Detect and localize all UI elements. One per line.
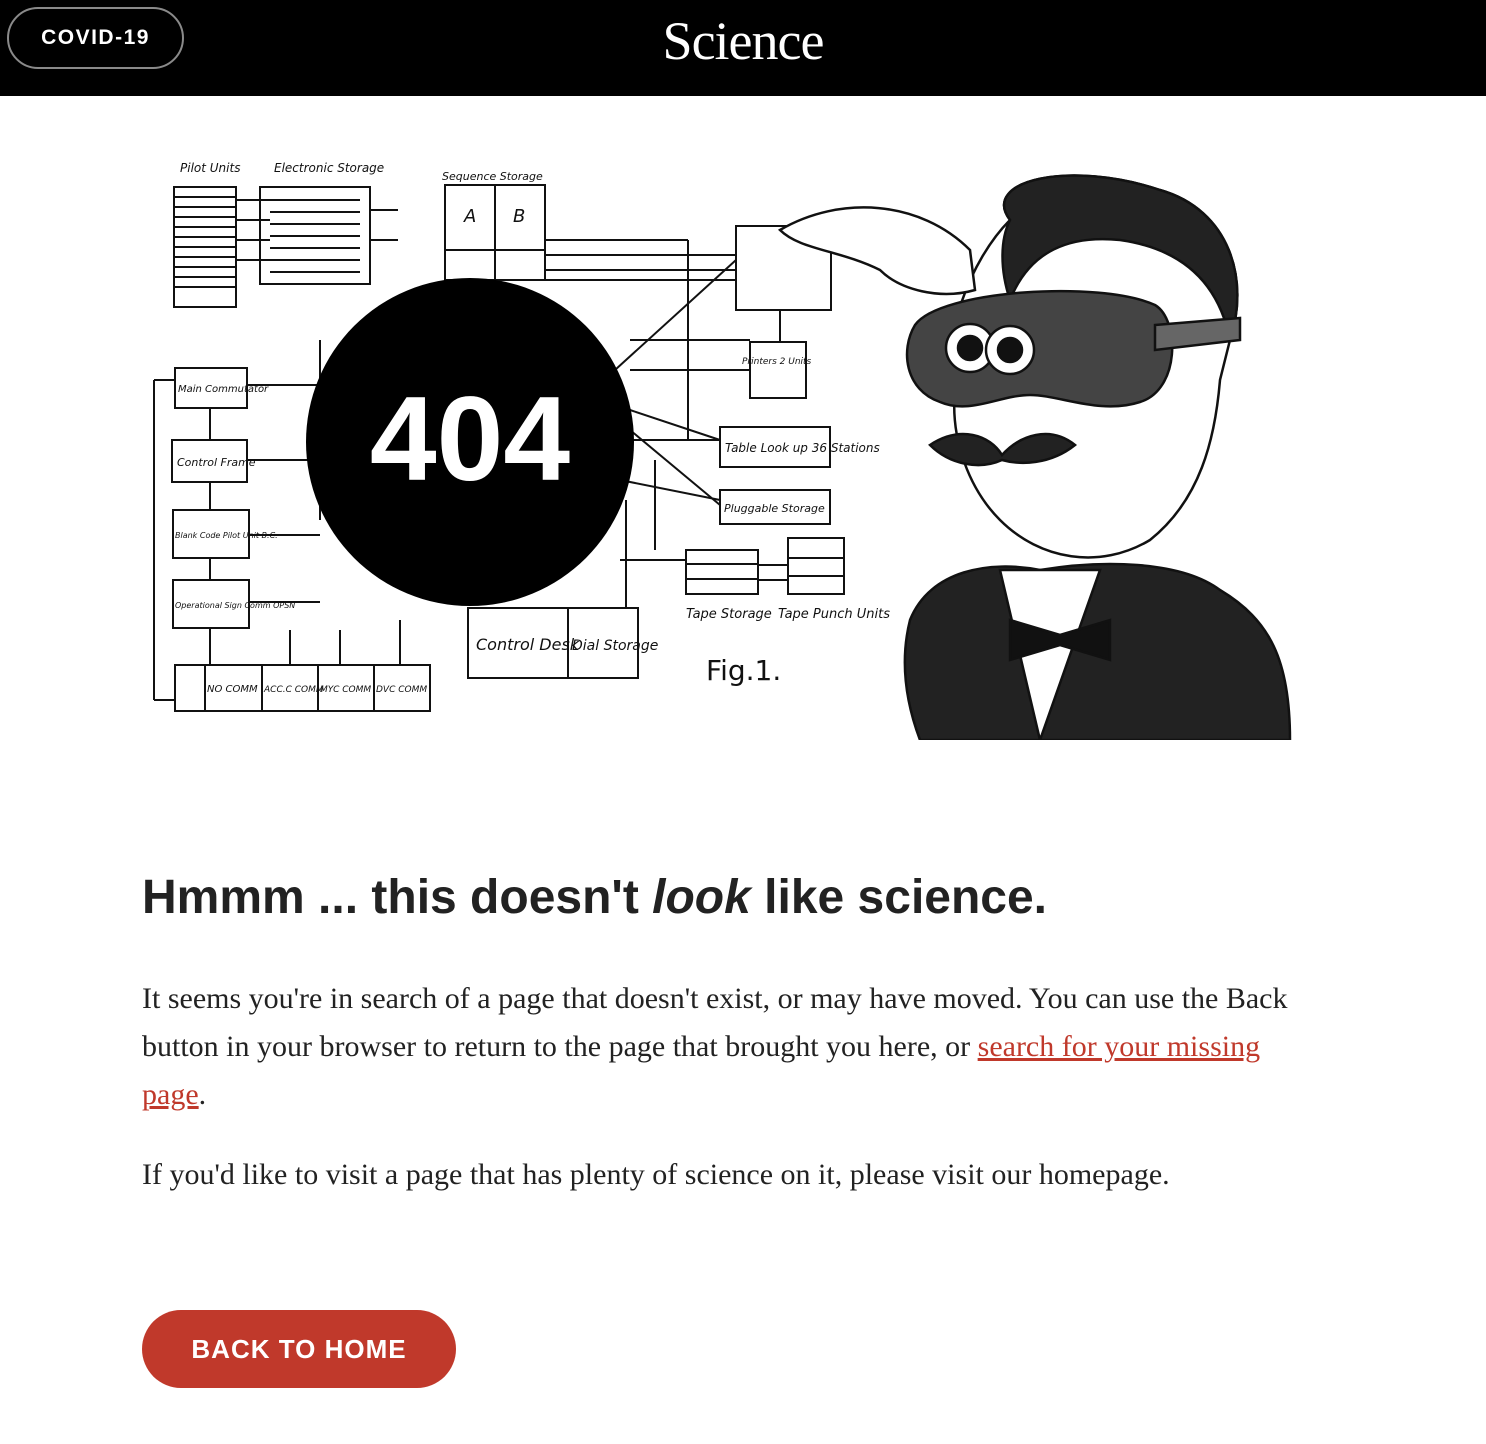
printers-label: Printers 2 Units [742, 357, 812, 367]
electronic-storage-label: Electronic Storage [274, 161, 384, 175]
sequence-storage-a: A [463, 206, 476, 227]
back-to-home-button[interactable]: BACK TO HOME [142, 1310, 456, 1388]
top-navigation-bar: COVID-19 Science [0, 0, 1486, 96]
tape-storage-label: Tape Storage [686, 607, 772, 622]
homepage-paragraph: If you'd like to visit a page that has p… [142, 1158, 1170, 1191]
sequence-storage-b: B [513, 206, 525, 227]
figure-label: Fig.1. [706, 654, 781, 687]
goggles-man-engraving [777, 174, 1292, 740]
operational-sign-label: Operational Sign Comm OPSN [175, 601, 295, 610]
tape-punch-units-label: Tape Punch Units [778, 607, 890, 622]
main-commutator-label: Main Commutator [178, 384, 269, 395]
blank-code-label: Blank Code Pilot Unit B.C. [175, 531, 278, 540]
acc-comm-label: ACC.C COMM [263, 685, 324, 695]
headline-text-end: like science. [750, 871, 1048, 924]
control-frame-label: Control Frame [177, 456, 256, 469]
dial-storage-label: Dial Storage [572, 638, 658, 654]
control-desk-label: Control Desk [476, 635, 580, 654]
404-badge: 404 [306, 278, 634, 606]
404-badge-text: 404 [370, 372, 570, 506]
headline-emphasis: look [652, 871, 751, 924]
sequence-storage-label: Sequence Storage [442, 170, 543, 183]
pluggable-storage-label: Pluggable Storage [724, 502, 825, 515]
intro-paragraph: It seems you're in search of a page that… [142, 975, 1322, 1119]
404-illustration: Pilot Units Electronic Storage Sequence … [153, 161, 1292, 740]
science-logo[interactable]: Science [0, 10, 1486, 72]
no-comm-label: NO COMM [207, 684, 258, 695]
pilot-units-label: Pilot Units [180, 161, 240, 175]
page-headline: Hmmm ... this doesn't look like science. [142, 870, 1047, 925]
intro-end: . [198, 1078, 207, 1111]
myc-comm-label: MYC COMM [320, 685, 371, 695]
headline-text-start: Hmmm ... this doesn't [142, 871, 653, 924]
table-look-up-label: Table Look up 36 Stations [725, 441, 880, 455]
dvc-comm-label: DVC COMM [376, 685, 427, 695]
